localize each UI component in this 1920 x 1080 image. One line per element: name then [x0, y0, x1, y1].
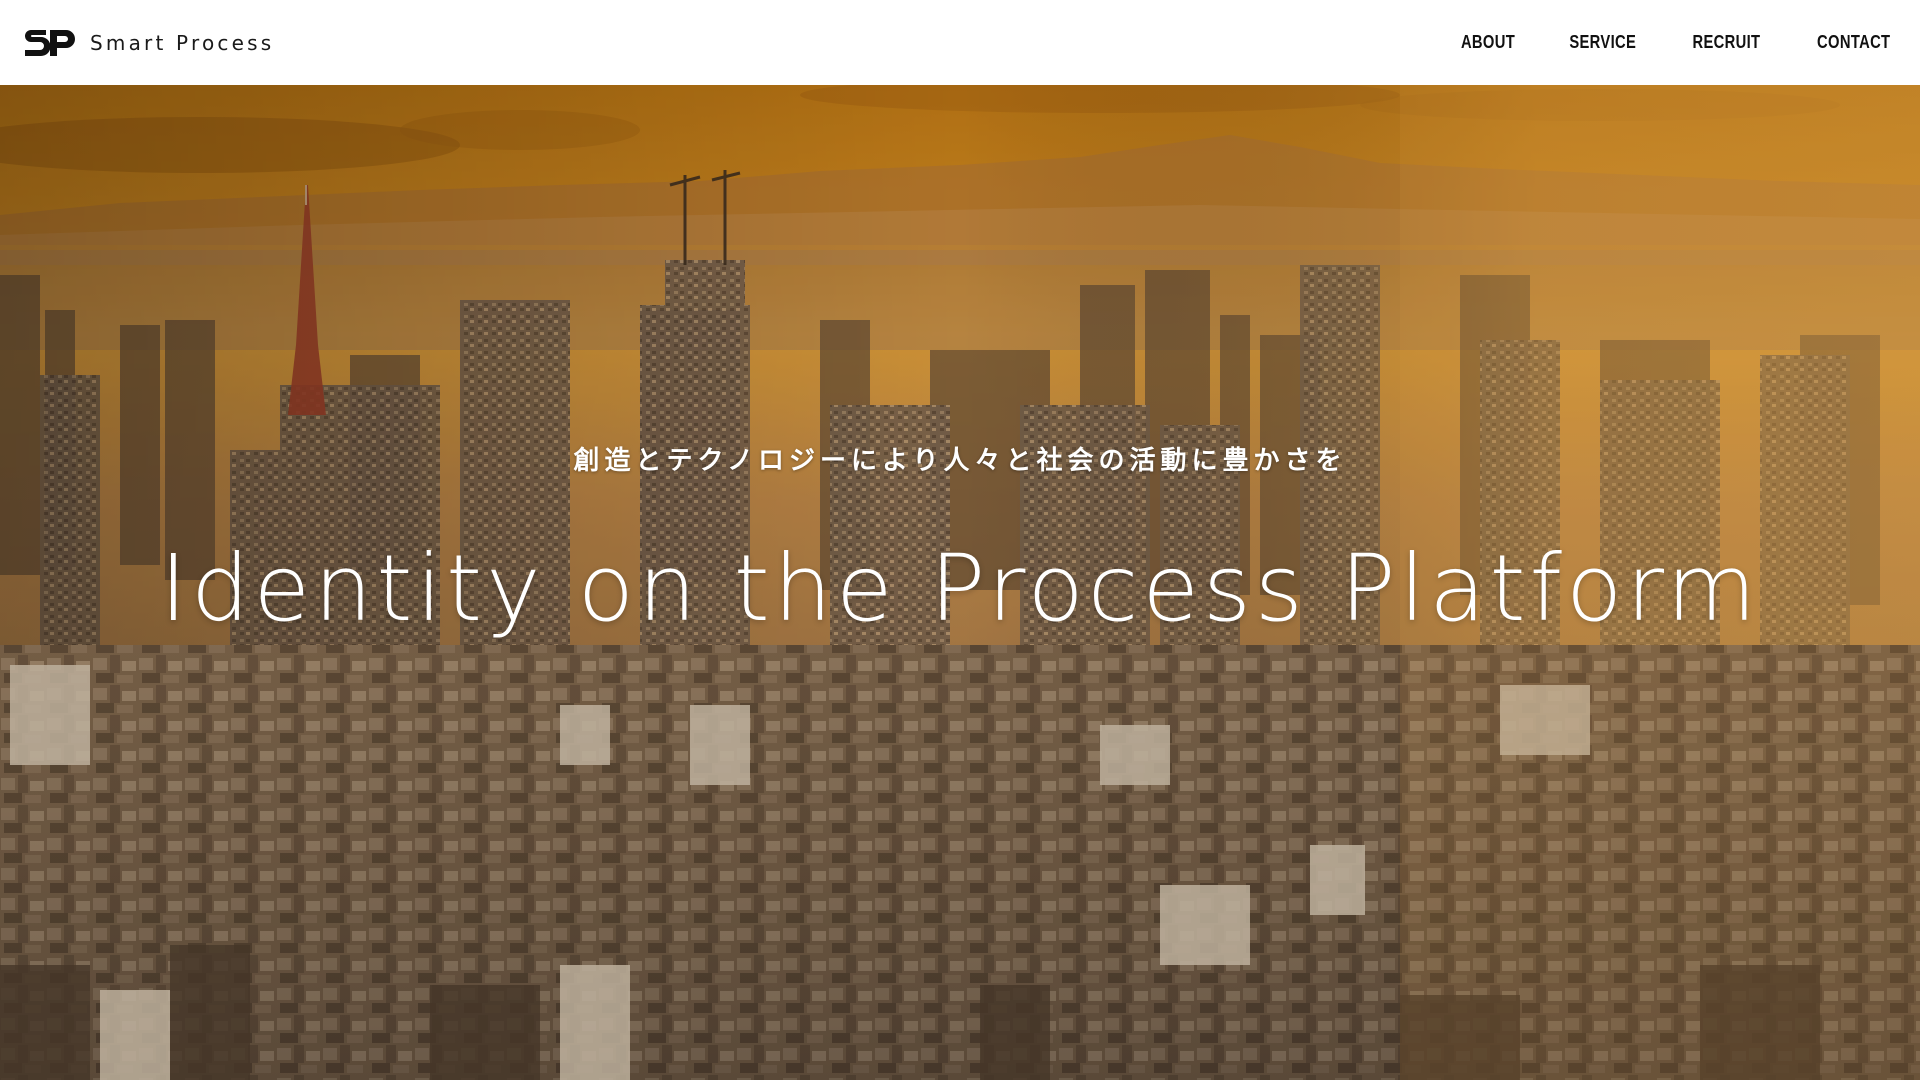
nav-contact[interactable]: CONTACT [1817, 32, 1890, 53]
hero-section: 創造とテクノロジーにより人々と社会の活動に豊かさを Identity on th… [0, 85, 1920, 1080]
sp-logo-icon [25, 29, 75, 56]
nav-about[interactable]: ABOUT [1461, 32, 1515, 53]
main-nav: ABOUT SERVICE RECRUIT CONTACT [1455, 32, 1898, 53]
nav-recruit[interactable]: RECRUIT [1692, 32, 1760, 53]
hero-title: Identity on the Process Platform [159, 535, 1761, 642]
brand-name: Smart Process [90, 30, 275, 55]
nav-service[interactable]: SERVICE [1570, 32, 1637, 53]
brand-logo-link[interactable]: Smart Process [22, 26, 274, 60]
site-header: Smart Process ABOUT SERVICE RECRUIT CONT… [0, 0, 1920, 85]
hero-tagline: 創造とテクノロジーにより人々と社会の活動に豊かさを [573, 446, 1347, 476]
